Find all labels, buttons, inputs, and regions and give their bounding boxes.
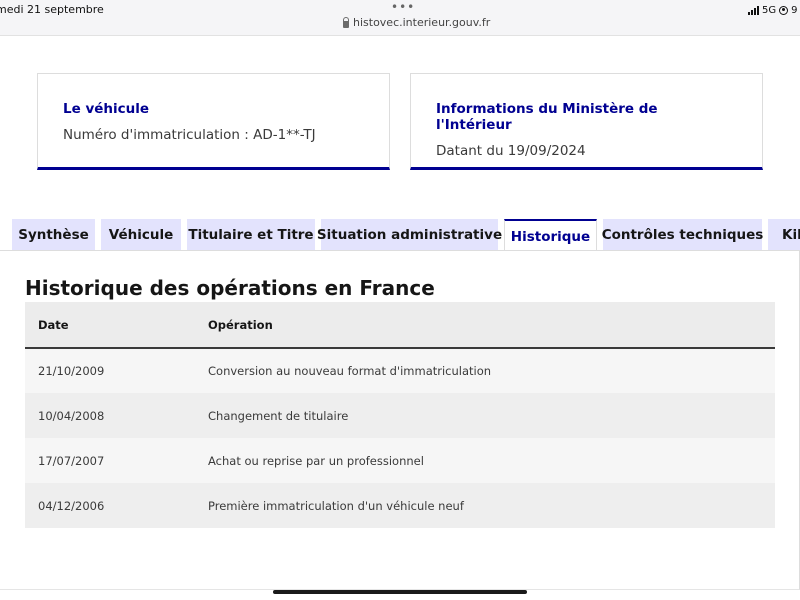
signal-icon: [748, 5, 759, 15]
ministry-card: Informations du Ministère de l'Intérieur…: [410, 73, 763, 170]
history-title: Historique des opérations en France: [25, 276, 435, 300]
data-date: Datant du 19/09/2024: [436, 143, 586, 159]
table-row: 10/04/2008 Changement de titulaire: [25, 393, 775, 438]
address-bar[interactable]: histovec.interieur.gouv.fr: [343, 16, 490, 29]
history-table: Date Opération 21/10/2009 Conversion au …: [25, 302, 775, 528]
table-row: 21/10/2009 Conversion au nouveau format …: [25, 348, 775, 393]
table-row: 17/07/2007 Achat ou reprise par un profe…: [25, 438, 775, 483]
column-header-operation: Opération: [208, 302, 775, 349]
ministry-card-title: Informations du Ministère de l'Intérieur: [436, 101, 658, 133]
tab-synthese[interactable]: Synthèse: [12, 219, 95, 251]
tab-situation-administrative[interactable]: Situation administrative: [317, 219, 502, 251]
tab-kilometrage[interactable]: Kilo: [768, 219, 800, 251]
registration-number: Numéro d'immatriculation : AD-1**-TJ: [63, 127, 316, 143]
more-dots-icon[interactable]: •••: [391, 1, 415, 13]
row-operation: Conversion au nouveau format d'immatricu…: [208, 348, 775, 393]
location-icon: [779, 5, 789, 15]
row-date: 04/12/2006: [25, 483, 208, 528]
row-operation: Changement de titulaire: [208, 393, 775, 438]
tab-historique[interactable]: Historique: [504, 219, 597, 251]
network-label: 5G: [762, 4, 777, 16]
lock-icon: [343, 16, 349, 28]
url-text: histovec.interieur.gouv.fr: [353, 16, 491, 29]
vehicle-card-title: Le véhicule: [63, 101, 150, 117]
home-indicator[interactable]: [273, 590, 527, 594]
status-indicators: 5G 9: [748, 3, 798, 17]
row-operation: Achat ou reprise par un professionnel: [208, 438, 775, 483]
table-row: 04/12/2006 Première immatriculation d'un…: [25, 483, 775, 528]
row-date: 21/10/2009: [25, 348, 208, 393]
tab-bar: Synthèse Véhicule Titulaire et Titre Sit…: [0, 219, 800, 251]
tab-controles-techniques[interactable]: Contrôles techniques: [602, 219, 763, 251]
row-operation: Première immatriculation d'un véhicule n…: [208, 483, 775, 528]
status-date: medi 21 septembre: [0, 3, 104, 16]
tab-vehicule[interactable]: Véhicule: [101, 219, 181, 251]
row-date: 10/04/2008: [25, 393, 208, 438]
table-header-row: Date Opération: [25, 302, 775, 349]
tab-titulaire-titre[interactable]: Titulaire et Titre: [187, 219, 315, 251]
browser-status-bar: medi 21 septembre ••• histovec.interieur…: [0, 0, 800, 36]
battery-fragment: 9: [791, 4, 798, 16]
vehicle-card: Le véhicule Numéro d'immatriculation : A…: [37, 73, 390, 170]
column-header-date: Date: [25, 302, 208, 349]
row-date: 17/07/2007: [25, 438, 208, 483]
